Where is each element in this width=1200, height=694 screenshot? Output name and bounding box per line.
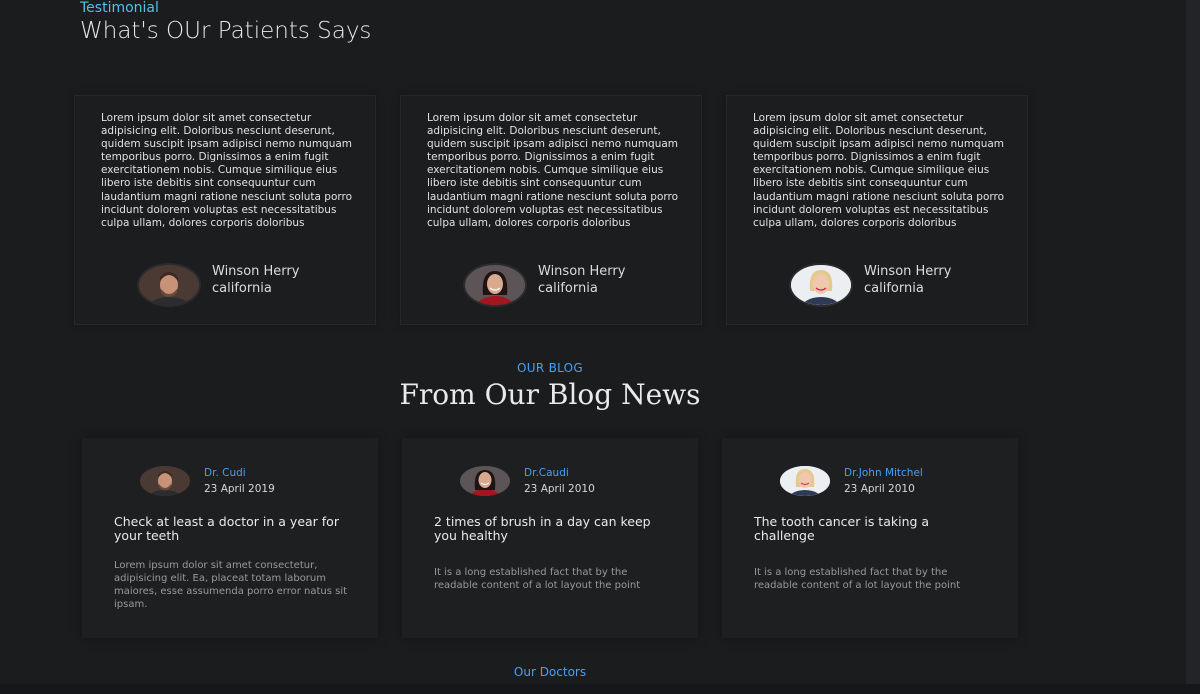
testimonial-title: What's OUr Patients Says xyxy=(80,18,372,44)
testimonial-location: california xyxy=(864,281,924,296)
blog-date: 23 April 2010 xyxy=(524,483,595,495)
blog-author-link[interactable]: Dr.Caudi xyxy=(524,467,569,479)
man-avatar-icon xyxy=(139,265,199,305)
testimonial-card: Lorem ipsum dolor sit amet consectetur a… xyxy=(74,95,376,325)
testimonial-name: Winson Herry xyxy=(864,264,952,279)
blog-excerpt: Lorem ipsum dolor sit amet consectetur, … xyxy=(114,560,348,610)
testimonial-eyebrow: Testimonial xyxy=(80,0,159,16)
doctors-eyebrow: Our Doctors xyxy=(513,665,587,679)
blog-author-link[interactable]: Dr. Cudi xyxy=(204,467,246,479)
testimonial-name: Winson Herry xyxy=(212,264,300,279)
man-avatar-icon xyxy=(140,466,190,496)
blog-excerpt: It is a long established fact that by th… xyxy=(434,567,641,591)
blog-post-title[interactable]: The tooth cancer is taking a challenge xyxy=(754,515,984,542)
woman-blonde-avatar-icon xyxy=(780,466,830,496)
testimonial-text: Lorem ipsum dolor sit amet consectetur a… xyxy=(427,112,679,229)
blog-post-title[interactable]: 2 times of brush in a day can keep you h… xyxy=(434,515,664,542)
blog-date: 23 April 2010 xyxy=(844,483,915,495)
testimonial-card: Lorem ipsum dolor sit amet consectetur a… xyxy=(400,95,702,325)
blog-excerpt: It is a long established fact that by th… xyxy=(754,567,961,591)
blog-card[interactable]: Dr. Cudi 23 April 2019 Check at least a … xyxy=(82,438,378,638)
testimonial-text: Lorem ipsum dolor sit amet consectetur a… xyxy=(101,112,353,229)
woman-dark-hair-avatar-icon xyxy=(460,466,510,496)
testimonial-location: california xyxy=(212,281,272,296)
blog-card[interactable]: Dr.John Mitchel 23 April 2010 The tooth … xyxy=(722,438,1018,638)
bottom-strip xyxy=(0,684,1200,694)
blog-title: From Our Blog News xyxy=(399,378,701,411)
woman-blonde-avatar-icon xyxy=(791,265,851,305)
woman-dark-hair-avatar-icon xyxy=(465,265,525,305)
blog-date: 23 April 2019 xyxy=(204,483,275,495)
blog-eyebrow: OUR BLOG xyxy=(516,361,583,375)
blog-post-title[interactable]: Check at least a doctor in a year for yo… xyxy=(114,515,344,542)
scrollbar[interactable] xyxy=(1186,0,1200,694)
testimonial-location: california xyxy=(538,281,598,296)
page: Testimonial What's OUr Patients Says Lor… xyxy=(0,0,1186,694)
testimonial-text: Lorem ipsum dolor sit amet consectetur a… xyxy=(753,112,1005,229)
testimonial-card: Lorem ipsum dolor sit amet consectetur a… xyxy=(726,95,1028,325)
blog-card[interactable]: Dr.Caudi 23 April 2010 2 times of brush … xyxy=(402,438,698,638)
blog-author-link[interactable]: Dr.John Mitchel xyxy=(844,467,923,479)
testimonial-name: Winson Herry xyxy=(538,264,626,279)
